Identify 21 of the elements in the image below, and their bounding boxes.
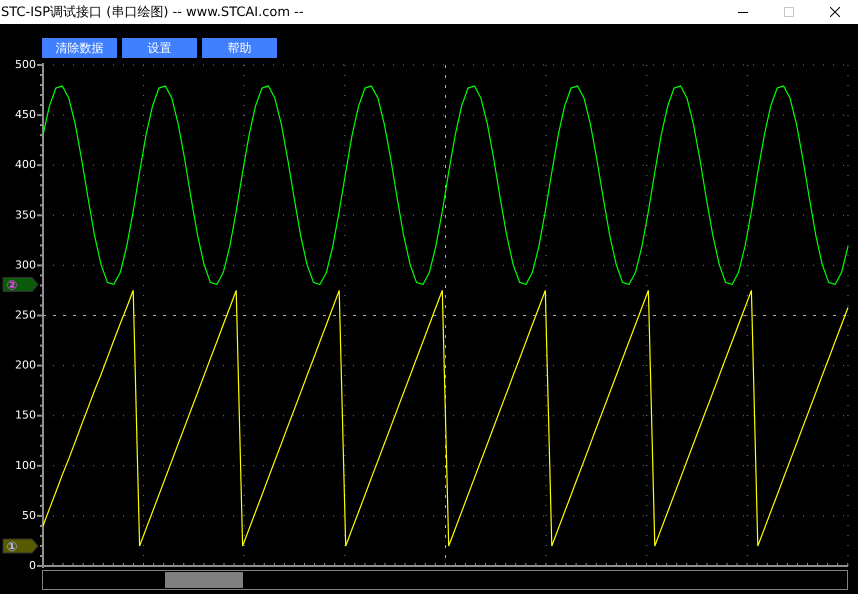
axis-label: 500	[15, 59, 36, 71]
toolbar-button[interactable]: 帮助	[202, 38, 277, 58]
channel-marker[interactable]: ①	[2, 538, 39, 555]
axis-label: 250	[15, 308, 36, 322]
axis-label: 450	[15, 108, 36, 122]
axis-label: 150	[15, 408, 36, 422]
axis-label: 0	[29, 559, 36, 572]
maximize-icon	[784, 7, 794, 17]
scrollbar[interactable]	[42, 570, 848, 590]
toolbar-button[interactable]: 设置	[122, 38, 197, 58]
axis-label: 400	[15, 158, 36, 172]
channel-marker[interactable]: ②	[2, 276, 39, 294]
axis-label: 50	[22, 508, 36, 522]
close-icon	[830, 7, 840, 17]
scrollbar-thumb[interactable]	[165, 572, 243, 588]
axis-label: 100	[15, 458, 36, 472]
window-title: STC-ISP调试接口 (串口绘图) -- www.STCAI.com --	[0, 4, 305, 21]
toolbar-button[interactable]: 清除数据	[42, 38, 117, 58]
axis-label: 350	[15, 208, 36, 222]
axis-label: 200	[15, 358, 36, 372]
axis-label: 300	[15, 258, 36, 272]
